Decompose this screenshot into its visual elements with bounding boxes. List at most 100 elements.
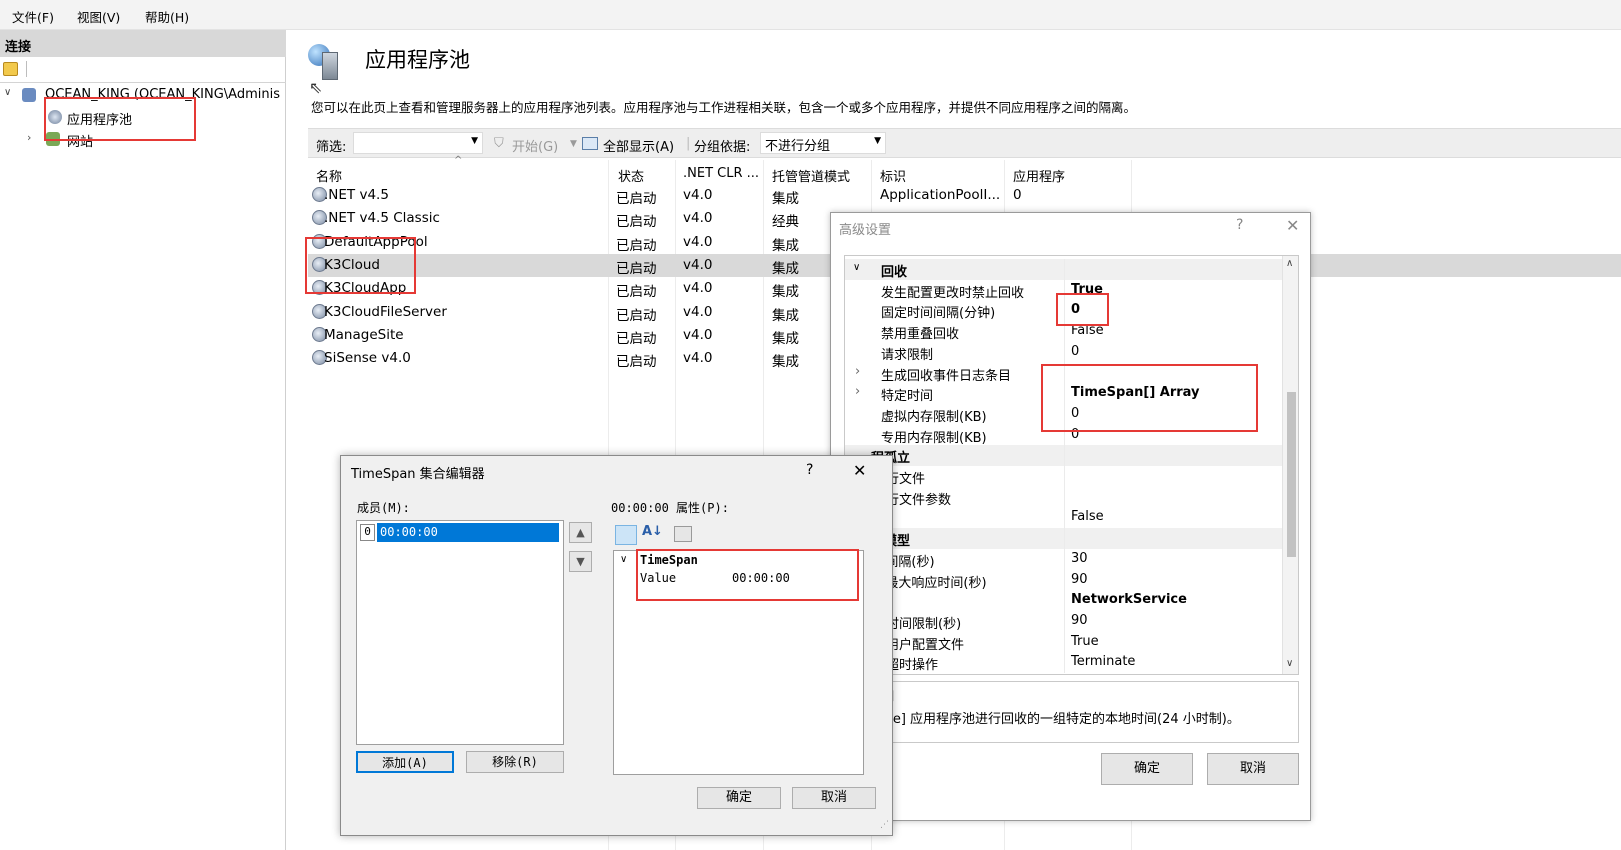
chevron-right-icon[interactable]: › [855,364,860,379]
property-category[interactable]: 程模型 [845,528,1290,550]
add-button[interactable]: 添加(A) [356,751,454,773]
property-row[interactable]: 闭时间限制(秒) 90 [845,610,1290,632]
property-name: 发生配置更改时禁止回收 [881,285,1025,301]
menu-file[interactable]: 文件(F) [12,7,54,26]
property-row[interactable]: 请求限制 0 [845,341,1290,363]
move-down-button[interactable]: ▼ [569,551,592,572]
resize-grip-icon[interactable]: ⋰ [880,820,889,830]
property-pages-icon[interactable] [674,526,692,542]
arrow-down-icon: ▼ [576,555,585,568]
scroll-down-icon[interactable]: ∨ [1286,658,1293,669]
cell-clr: v4.0 [683,233,713,250]
cell-name: ManageSite [324,326,404,343]
show-all-button[interactable]: 全部显示(A) [603,136,674,155]
header-status[interactable]: 状态 [618,166,644,185]
scroll-up-icon[interactable]: ∧ [1286,258,1293,269]
property-category[interactable]: ∨ 回收 [845,259,1290,280]
chevron-right-icon[interactable]: › [855,384,860,399]
move-up-button[interactable]: ▲ [569,522,592,543]
cell-status: 已启动 [616,330,657,347]
cell-status: 已启动 [616,191,657,207]
cell-mode: 集成 [772,237,799,254]
header-pipeline[interactable]: 托管管道模式 [772,166,850,185]
sort-up-icon: ^ [454,155,463,166]
property-name: 固定时间间隔(分钟) [881,306,996,322]
ts-ok-button[interactable]: 确定 [697,787,781,809]
list-item[interactable]: 0 00:00:00 [359,523,561,542]
mouse-cursor-icon: ⇖ [309,78,323,97]
ts-property-grid[interactable]: ∨ TimeSpan Value 00:00:00 [613,549,864,775]
property-value[interactable]: 90 [1071,613,1088,628]
menu-view[interactable]: 视图(V) [77,7,120,26]
filter-input[interactable]: ▼ [353,132,483,154]
start-dropdown-icon[interactable]: ▼ [570,139,577,149]
property-row[interactable]: 识NetworkService [845,590,1290,612]
connect-icon[interactable] [3,62,18,76]
property-row[interactable]: 执行文件 [845,466,1290,487]
table-row[interactable]: .NET v4.5 已启动 v4.0 集成 ApplicationPoolI... 0 [308,184,1621,207]
header-identity[interactable]: 标识 [880,166,906,185]
property-row[interactable]: 闲超时操作 Terminate [845,652,1290,674]
menu-help[interactable]: 帮助(H) [145,7,189,26]
sort-alpha-icon[interactable]: A↓ [642,524,663,539]
cancel-button[interactable]: 取消 [1207,753,1299,785]
property-row[interactable]: 用False [845,507,1290,529]
description-panel: 间 ule] 应用程序池进行回收的一组特定的本地时间(24 小时制)。 [844,681,1299,743]
highlight-box [305,237,416,294]
help-icon[interactable]: ? [1236,217,1243,233]
ts-close-icon[interactable]: ✕ [853,461,866,480]
scroll-thumb[interactable] [1287,392,1296,557]
property-value[interactable]: 0 [1071,344,1079,359]
property-row[interactable]: g 间隔(秒) 30 [845,548,1290,570]
highlight-box [1041,364,1258,432]
property-value[interactable]: Terminate [1071,654,1135,669]
connections-panel: 连接 ∨ OCEAN_KING (OCEAN_KING\Adminis 应用程序… [0,30,286,850]
cell-status: 已启动 [616,354,657,371]
ts-title: TimeSpan 集合编辑器 [351,467,485,482]
page-title: 应用程序池 [365,48,470,72]
connections-header: 连接 [0,30,286,57]
cell-mode: 集成 [772,260,799,277]
close-icon[interactable]: ✕ [1286,216,1299,235]
header-applications[interactable]: 应用程序 [1013,166,1065,185]
chevron-down-icon[interactable]: ∨ [4,87,11,98]
property-row[interactable]: g 最大响应时间(秒) 90 [845,569,1290,591]
arrow-up-icon: ▲ [576,526,585,539]
members-list[interactable]: 0 00:00:00 [356,520,564,745]
property-row[interactable]: 载用户配置文件 True [845,631,1290,653]
ts-cancel-button[interactable]: 取消 [792,787,876,809]
chevron-down-icon[interactable]: ∨ [853,262,860,273]
cell-mode: 集成 [772,354,799,371]
advanced-settings-dialog: 高级设置 ? ✕ ∨ 回收 发生配置更改时禁止回收 True 固定时间间隔(分钟) 0 禁用… [830,212,1311,821]
ok-button[interactable]: 确定 [1101,753,1193,785]
header-clr[interactable]: .NET CLR ... [683,166,759,181]
property-value[interactable]: False [1071,509,1104,524]
highlight-box [1056,293,1109,326]
start-button[interactable]: 开始(G) [512,136,558,155]
categorized-icon[interactable] [615,525,637,545]
cell-mode: 经典 [772,214,799,231]
cell-identity: ApplicationPoolI... [880,187,1001,203]
property-value[interactable]: NetworkService [1071,592,1187,607]
page-description: 您可以在此页上查看和管理服务器上的应用程序池列表。应用程序池与工作进程相关联，包… [311,100,1137,115]
property-value[interactable]: 90 [1071,572,1088,587]
props-label: 00:00:00 属性(P): [611,501,729,515]
chevron-down-icon[interactable]: ∨ [620,554,627,565]
header-name[interactable]: 名称 [316,166,342,185]
cell-mode: 集成 [772,284,799,301]
property-value[interactable]: True [1071,634,1099,649]
description-text: ule] 应用程序池进行回收的一组特定的本地时间(24 小时制)。 [881,712,1240,727]
ts-help-icon[interactable]: ? [806,462,813,478]
member-index: 0 [360,524,375,541]
highlight-box [44,97,196,141]
group-by-select[interactable]: 不进行分组 ▼ [760,132,886,154]
property-name: 特定时间 [881,389,934,405]
remove-button[interactable]: 移除(R) [466,751,564,773]
property-category[interactable]: 程孤立 [845,445,1290,467]
property-value[interactable]: 30 [1071,551,1088,566]
cell-apps: 0 [1013,187,1022,203]
chevron-right-icon[interactable]: › [27,131,31,144]
property-row[interactable]: 执行文件参数 [845,486,1290,508]
scrollbar[interactable]: ∧ ∨ [1282,256,1298,674]
cell-clr: v4.0 [683,256,713,273]
